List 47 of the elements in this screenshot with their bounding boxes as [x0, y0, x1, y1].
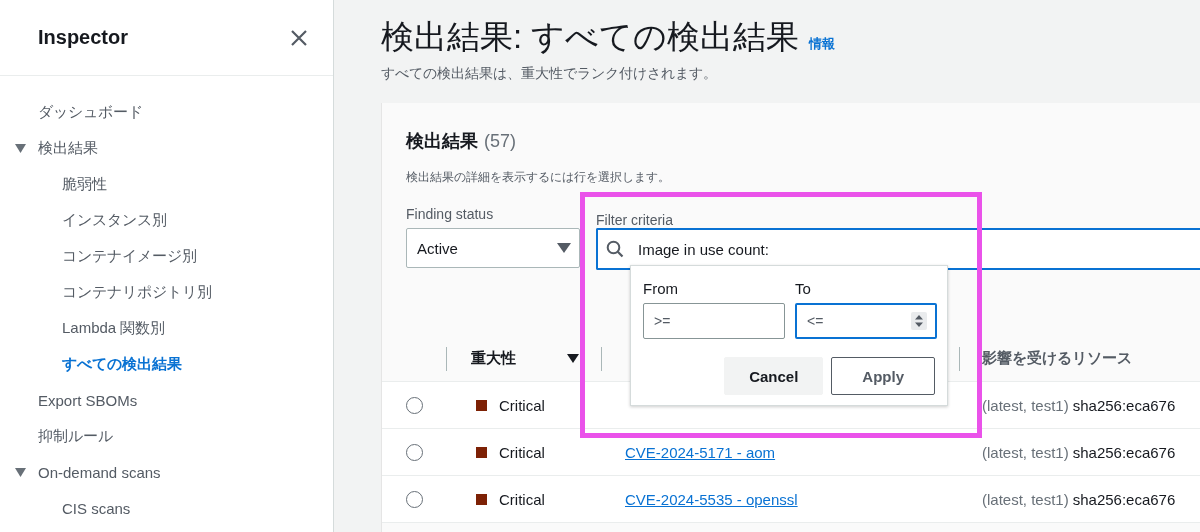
resource-tags: (latest, test1) [982, 490, 1069, 508]
severity-label: Critical [499, 490, 545, 508]
sidebar-item[interactable]: Lambda 関数別 [62, 318, 166, 338]
severity-label: Critical [499, 396, 545, 414]
finding-link[interactable]: CVE-2024-5171 - aom [625, 443, 776, 461]
number-field[interactable]: >= [643, 303, 785, 339]
resource-id: sha256:eca676 [1072, 443, 1176, 461]
sidebar-item[interactable]: 検出結果 [38, 138, 98, 158]
info-link[interactable]: 情報 [809, 35, 836, 53]
severity-label: Critical [499, 443, 545, 461]
close-button[interactable] [290, 28, 308, 47]
finding-link[interactable]: CVE-2024-5535 - openssl [625, 490, 798, 508]
sidebar-item[interactable]: On-demand scans [38, 463, 161, 481]
search-icon [606, 240, 624, 258]
sidebar-item[interactable]: Export SBOMs [38, 391, 138, 409]
sidebar-item[interactable]: コンテナリポジトリ別 [62, 282, 212, 302]
stepper-icon [911, 312, 927, 330]
resource-id: sha256:eca676 [1072, 396, 1176, 414]
page-description: すべての検出結果は、重大性でランク付けされます。 [381, 65, 718, 83]
sidebar-item[interactable]: インスタンス別 [62, 210, 167, 230]
findings-count: (57) [484, 131, 516, 151]
close-icon [290, 28, 308, 47]
resource-id: sha256:eca676 [1072, 490, 1176, 508]
field-label: From [643, 280, 679, 297]
status-select[interactable]: Active [406, 228, 580, 268]
sidebar-item[interactable]: コンテナイメージ別 [62, 246, 197, 266]
column-header[interactable]: 影響を受けるリソース [982, 349, 1132, 368]
caret-icon [557, 243, 571, 253]
column-header[interactable]: 重大性 [471, 349, 516, 368]
sidebar-title: Inspector [38, 26, 129, 49]
apply-button[interactable]: Apply [831, 357, 935, 395]
sidebar-item[interactable]: 脆弱性 [62, 174, 107, 194]
sidebar-item[interactable]: ダッシュボード [38, 102, 143, 122]
sidebar-item[interactable]: CIS scans [62, 499, 131, 517]
card-description: 検出結果の詳細を表示するには行を選択します。 [406, 169, 671, 186]
number-field[interactable]: <= [795, 303, 937, 339]
field-label: Filter criteria [596, 212, 674, 226]
resource-tags: (latest, test1) [982, 396, 1069, 414]
filter-field[interactable]: Image in use count: [596, 228, 1200, 270]
field-label: Finding status [406, 206, 495, 224]
field-label: To [795, 280, 812, 297]
sidebar-item[interactable]: 抑制ルール [38, 426, 113, 446]
sidebar-item[interactable]: すべての検出結果 [62, 354, 182, 374]
page-title: 検出結果: すべての検出結果 [381, 17, 800, 57]
cancel-button[interactable]: Cancel [724, 357, 824, 395]
resource-tags: (latest, test1) [982, 443, 1069, 461]
card-title: 検出結果 [406, 131, 478, 151]
